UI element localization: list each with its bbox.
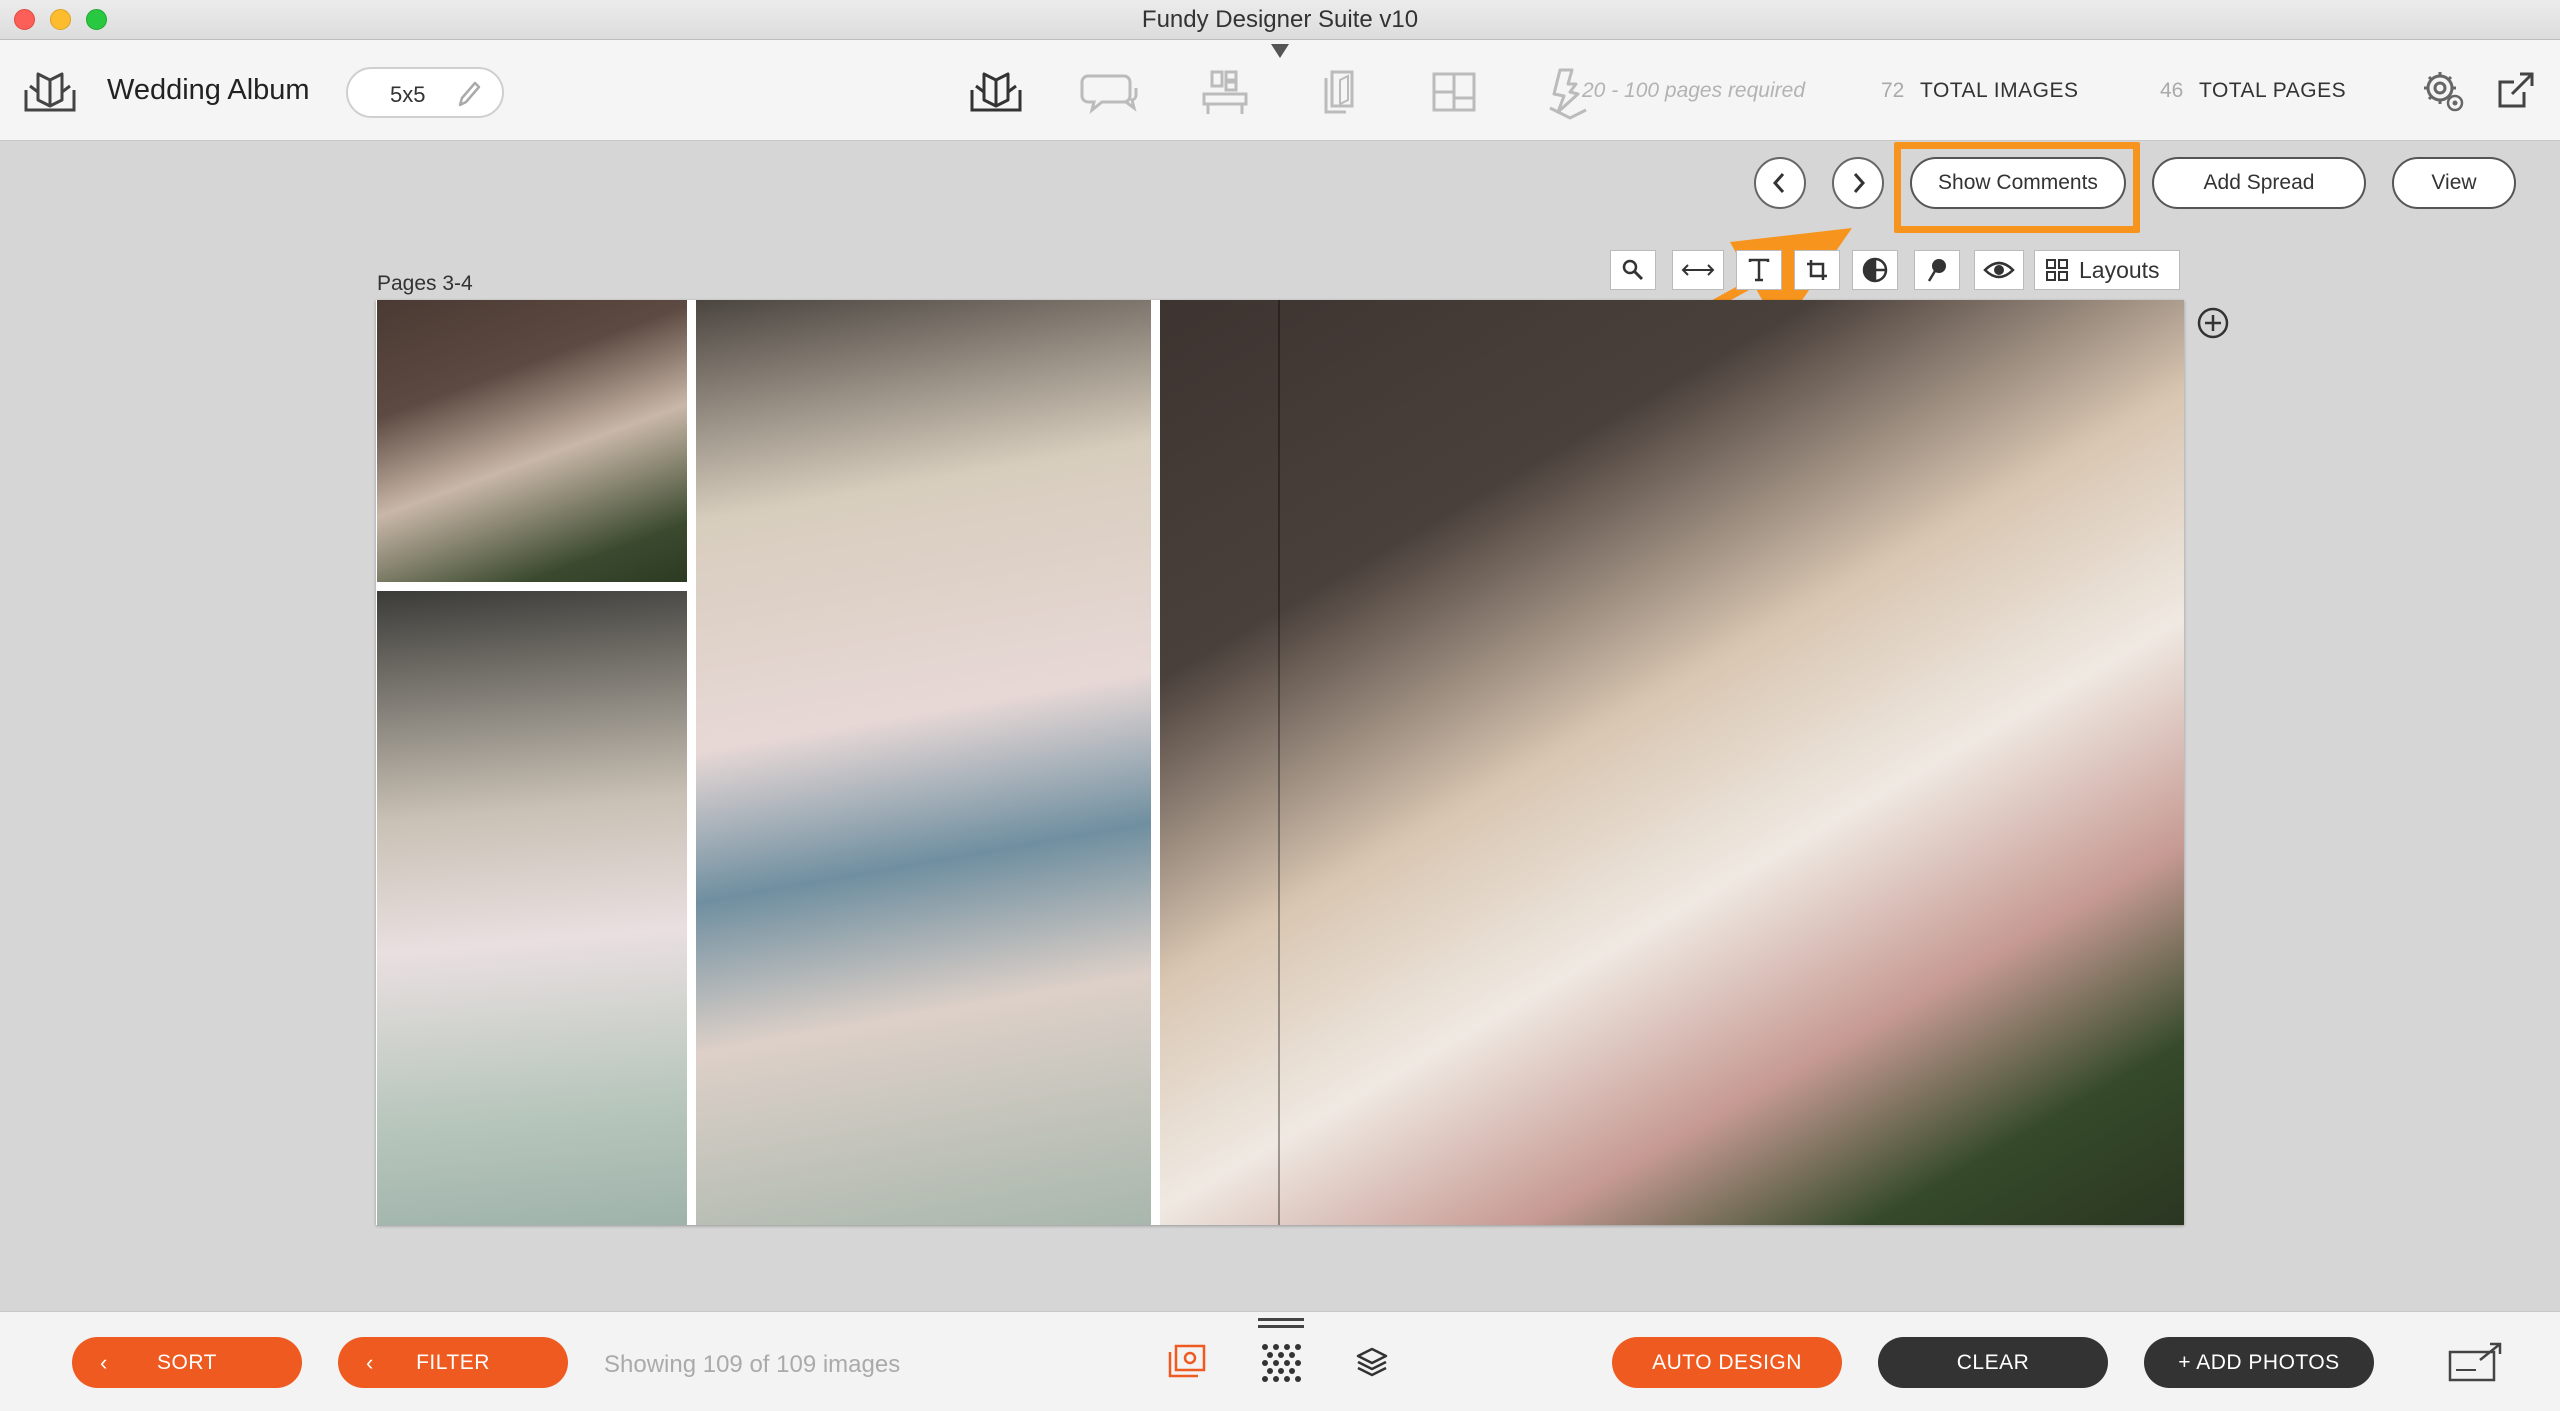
color-wheel-icon xyxy=(1862,257,1888,283)
filter-button[interactable]: ‹ FILTER xyxy=(338,1337,568,1388)
total-pages-label: TOTAL PAGES xyxy=(2199,79,2347,102)
add-page-icon[interactable] xyxy=(2196,306,2230,340)
previous-spread-button[interactable] xyxy=(1754,157,1806,209)
preview-tool[interactable] xyxy=(1974,250,2024,290)
sort-label: SORT xyxy=(157,1351,217,1374)
export-icon[interactable] xyxy=(2494,68,2538,112)
close-window-button[interactable] xyxy=(14,9,35,30)
view-button[interactable]: View xyxy=(2392,157,2516,209)
auto-design-label: AUTO DESIGN xyxy=(1652,1351,1802,1374)
title-bar: Fundy Designer Suite v10 xyxy=(0,0,2560,40)
album-size-label: 5x5 xyxy=(390,82,426,107)
pages-icon[interactable] xyxy=(1318,66,1362,118)
auto-design-button[interactable]: AUTO DESIGN xyxy=(1612,1337,1842,1388)
chevron-left-icon: ‹ xyxy=(366,1350,374,1375)
color-tool[interactable] xyxy=(1852,250,1898,290)
filter-label: FILTER xyxy=(416,1351,490,1374)
next-spread-button[interactable] xyxy=(1832,157,1884,209)
minimize-window-button[interactable] xyxy=(50,9,71,30)
spread-width-icon xyxy=(1681,264,1715,276)
proofing-comments-icon[interactable] xyxy=(1080,70,1140,116)
spread-width-tool[interactable] xyxy=(1672,250,1724,290)
eye-icon xyxy=(1983,261,2015,279)
pin-tool[interactable] xyxy=(1914,250,1960,290)
chevron-left-icon xyxy=(1772,173,1785,193)
layouts-button[interactable]: Layouts xyxy=(2034,250,2180,290)
layouts-grid-icon xyxy=(2046,259,2068,281)
window-title: Fundy Designer Suite v10 xyxy=(1141,6,1419,33)
pencil-icon xyxy=(458,81,481,107)
text-tool[interactable] xyxy=(1736,250,1782,290)
drag-handle-icon[interactable] xyxy=(1258,1318,1304,1330)
layers-icon[interactable] xyxy=(1354,1346,1390,1380)
highlight-box xyxy=(1894,142,2140,233)
clear-label: CLEAR xyxy=(1956,1351,2030,1374)
add-spread-button[interactable]: Add Spread xyxy=(2152,157,2366,209)
chevron-right-icon xyxy=(1853,173,1866,193)
pages-required-text: 20 - 100 pages required xyxy=(1582,79,1805,102)
pages-label: Pages 3-4 xyxy=(377,272,473,295)
clear-button[interactable]: CLEAR xyxy=(1878,1337,2108,1388)
photo-slot-3[interactable] xyxy=(696,300,1151,1225)
total-images-count: 72 xyxy=(1881,79,1905,102)
zoom-tool[interactable] xyxy=(1610,250,1656,290)
add-photos-button[interactable]: + ADD PHOTOS xyxy=(2144,1337,2374,1388)
grid-dots-icon[interactable] xyxy=(1260,1342,1302,1384)
crop-tool[interactable] xyxy=(1794,250,1840,290)
showing-count-text: Showing 109 of 109 images xyxy=(604,1351,901,1378)
image-stack-icon[interactable] xyxy=(1166,1342,1208,1382)
album-size-selector[interactable]: 5x5 xyxy=(346,67,504,118)
album-home-icon[interactable] xyxy=(22,70,78,116)
zoom-icon xyxy=(1622,259,1644,281)
expand-panel-icon[interactable] xyxy=(2446,1340,2506,1384)
photo-slot-4[interactable] xyxy=(1160,300,2184,1225)
pin-icon xyxy=(1927,259,1946,282)
page-gutter xyxy=(1278,300,1280,1225)
settings-gear-icon[interactable] xyxy=(2422,70,2466,114)
crop-icon xyxy=(1807,260,1827,280)
layouts-label: Layouts xyxy=(2079,257,2160,283)
chevron-left-icon: ‹ xyxy=(100,1350,108,1375)
photo-slot-1[interactable] xyxy=(377,300,687,582)
album-designer-icon[interactable] xyxy=(968,70,1024,116)
cover-designer-icon[interactable] xyxy=(1430,68,1478,116)
total-pages-count: 46 xyxy=(2160,79,2184,102)
layout-templates-icon[interactable] xyxy=(1200,68,1250,118)
album-title[interactable]: Wedding Album xyxy=(107,74,310,107)
sort-button[interactable]: ‹ SORT xyxy=(72,1337,302,1388)
text-icon xyxy=(1748,258,1770,282)
add-photos-label: + ADD PHOTOS xyxy=(2178,1351,2340,1374)
maximize-window-button[interactable] xyxy=(86,9,107,30)
total-images-label: TOTAL IMAGES xyxy=(1920,79,2079,102)
photo-slot-2[interactable] xyxy=(377,591,687,1225)
active-module-indicator xyxy=(1271,44,1289,58)
